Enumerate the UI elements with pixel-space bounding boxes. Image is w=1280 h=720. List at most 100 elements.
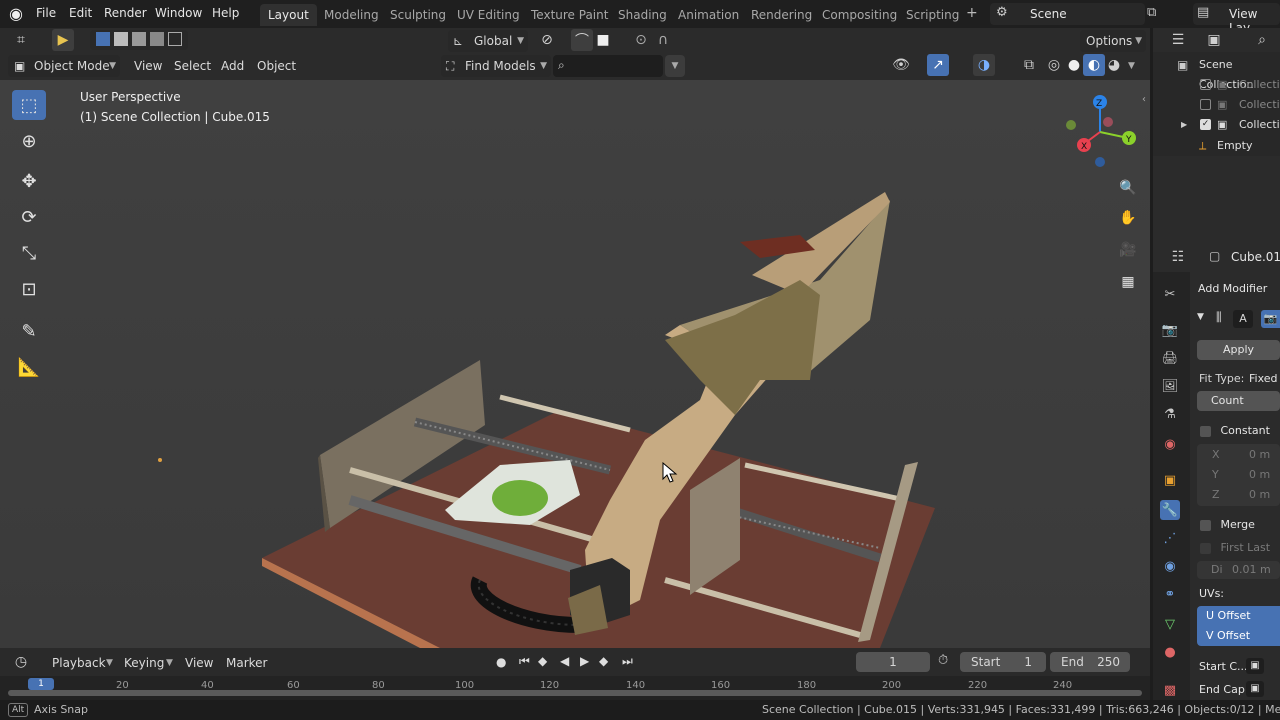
playback-menu[interactable]: Playback <box>52 656 106 670</box>
add-workspace-button[interactable]: + <box>966 5 978 21</box>
start-frame-field[interactable]: Start 1 <box>960 652 1046 672</box>
camera-icon[interactable]: 🎥 <box>1116 238 1140 262</box>
playhead[interactable]: 1 <box>28 678 54 690</box>
3d-viewport[interactable]: User Perspective (1) Scene Collection | … <box>0 80 1150 648</box>
tab-modeling[interactable]: Modeling <box>316 4 387 26</box>
outliner-row-scene-collection[interactable]: ▣ Scene Collection <box>1153 55 1280 91</box>
z-value-field[interactable]: 0 m <box>1249 488 1270 501</box>
jump-end-icon[interactable]: ⏭ <box>622 654 633 669</box>
texture-tab-icon[interactable]: ▩ <box>1160 680 1180 700</box>
particles-tab-icon[interactable]: ⋰ <box>1160 528 1180 548</box>
properties-editor-icon[interactable]: ☷ <box>1167 246 1189 268</box>
timeline-view-menu[interactable]: View <box>185 656 213 670</box>
exclude-checkbox[interactable] <box>1200 79 1211 90</box>
apply-button[interactable]: Apply <box>1197 340 1280 360</box>
falloff-icon[interactable]: ∩ <box>652 29 674 51</box>
y-value-field[interactable]: 0 m <box>1249 468 1270 481</box>
transform-orientation-dropdown[interactable]: ⊾ Global ▼ <box>448 30 528 52</box>
search-options-button[interactable]: ▼ <box>665 55 685 77</box>
outliner-search-icon[interactable]: ⌕ <box>1251 29 1273 51</box>
modifier-tab-icon[interactable]: 🔧 <box>1160 500 1180 520</box>
wireframe-shading-icon[interactable]: ◎ <box>1043 54 1065 76</box>
solid-shading-icon[interactable]: ● <box>1063 54 1085 76</box>
menu-window[interactable]: Window <box>155 6 202 20</box>
scene-selector[interactable]: ⚙ Scene <box>990 3 1145 25</box>
options-dropdown[interactable]: Options ▼ <box>1080 30 1146 52</box>
expand-arrow-icon[interactable]: ▶ <box>1181 115 1187 135</box>
menu-object[interactable]: Object <box>257 59 296 73</box>
pivot-point-icon[interactable]: ⊘ <box>536 29 558 51</box>
pan-hand-icon[interactable]: ✋ <box>1116 206 1140 230</box>
show-in-render-icon[interactable]: 📷 <box>1261 310 1280 328</box>
proportional-edit-icon[interactable]: ⊙ <box>630 29 652 51</box>
select-box-tool-icon[interactable]: ⬚ <box>12 90 46 120</box>
play-reverse-icon[interactable]: ◀ <box>560 654 569 668</box>
tab-sculpting[interactable]: Sculpting <box>382 4 454 26</box>
collapse-sidebar-icon[interactable]: ‹ <box>1142 94 1146 105</box>
first-last-row[interactable]: First Last <box>1200 541 1270 557</box>
constraints-tab-icon[interactable]: ⚭ <box>1160 584 1180 604</box>
xray-icon[interactable]: ⧉ <box>1018 54 1040 76</box>
blender-logo-icon[interactable]: ◉ <box>9 4 23 23</box>
u-offset-field[interactable]: U Offset <box>1197 606 1280 626</box>
annotate-tool-icon[interactable]: ✎ <box>12 316 46 346</box>
select-invert-icon[interactable] <box>150 32 164 46</box>
end-cap-picker[interactable]: ▣ <box>1246 681 1264 697</box>
fit-type-dropdown[interactable]: Fixed <box>1249 372 1278 385</box>
exclude-checkbox[interactable]: ✓ <box>1200 119 1211 130</box>
outliner-editor-icon[interactable]: ☰ <box>1167 29 1189 51</box>
chevron-down-icon[interactable]: ▼ <box>1128 61 1135 71</box>
rotate-tool-icon[interactable]: ⟳ <box>12 202 46 232</box>
world-tab-icon[interactable]: ◉ <box>1160 434 1180 454</box>
exclude-checkbox[interactable] <box>1200 99 1211 110</box>
menu-view[interactable]: View <box>134 59 162 73</box>
modifier-name-field[interactable]: A <box>1233 310 1253 328</box>
tab-shading[interactable]: Shading <box>610 4 675 26</box>
first-last-checkbox[interactable] <box>1200 542 1211 554</box>
new-scene-icon[interactable]: ⧉ <box>1147 5 1156 20</box>
select-tool-icon[interactable]: ▶ <box>52 29 74 51</box>
x-value-field[interactable]: 0 m <box>1249 448 1270 461</box>
start-cap-picker[interactable]: ▣ <box>1246 658 1264 674</box>
mode-dropdown[interactable]: ▣ Object Mode ▼ <box>8 55 120 77</box>
marker-menu[interactable]: Marker <box>226 656 267 670</box>
snap-icon[interactable]: ⌒ <box>571 29 593 51</box>
jump-start-icon[interactable]: ⏮ <box>519 654 530 669</box>
v-offset-field[interactable]: V Offset <box>1197 626 1280 646</box>
menu-file[interactable]: File <box>36 6 56 20</box>
menu-help[interactable]: Help <box>212 6 239 20</box>
keying-menu[interactable]: Keying <box>124 656 164 670</box>
overlays-icon[interactable]: ◑ <box>973 54 995 76</box>
scene-tab-icon[interactable]: ⚗ <box>1160 404 1180 424</box>
object-tab-icon[interactable]: ▣ <box>1160 470 1180 490</box>
outliner-row[interactable]: ▶ ✓ ▣ Collecti <box>1153 115 1280 135</box>
play-icon[interactable]: ▶ <box>580 654 589 668</box>
tab-layout[interactable]: Layout <box>260 4 317 26</box>
count-field[interactable]: Count <box>1197 391 1280 411</box>
display-mode-icon[interactable]: ▣ <box>1203 29 1225 51</box>
rendered-shading-icon[interactable]: ◕ <box>1103 54 1125 76</box>
merge-checkbox[interactable] <box>1200 519 1211 531</box>
material-tab-icon[interactable]: ● <box>1160 642 1180 662</box>
snap-target-icon[interactable]: ■ <box>592 29 614 51</box>
constant-offset-checkbox[interactable] <box>1200 425 1211 437</box>
tool-tab-icon[interactable]: ✂ <box>1160 284 1180 304</box>
view-layer-tab-icon[interactable]: 🖼 <box>1160 376 1180 396</box>
menu-render[interactable]: Render <box>104 6 147 20</box>
tab-uv-editing[interactable]: UV Editing <box>449 4 528 26</box>
tab-rendering[interactable]: Rendering <box>743 4 820 26</box>
measure-tool-icon[interactable]: 📐 <box>12 352 46 382</box>
find-models-dropdown[interactable]: ⛶ Find Models ▼ <box>441 55 551 77</box>
gizmo-toggle-icon[interactable]: ↗ <box>927 54 949 76</box>
grid-view-icon[interactable]: ▦ <box>1116 270 1140 294</box>
menu-select[interactable]: Select <box>174 59 211 73</box>
visibility-icon[interactable]: 👁 <box>890 54 912 76</box>
record-icon[interactable]: ● <box>496 655 506 669</box>
constant-offset-row[interactable]: Constant ... <box>1200 424 1280 450</box>
timeline-editor-icon[interactable]: ◷ <box>10 651 32 673</box>
select-extend-icon[interactable] <box>114 32 128 46</box>
tab-texture-paint[interactable]: Texture Paint <box>523 4 616 26</box>
scale-tool-icon[interactable]: ⤡ <box>12 238 46 268</box>
data-tab-icon[interactable]: ▽ <box>1160 614 1180 634</box>
collapse-modifier-icon[interactable]: ▼ <box>1197 312 1204 322</box>
